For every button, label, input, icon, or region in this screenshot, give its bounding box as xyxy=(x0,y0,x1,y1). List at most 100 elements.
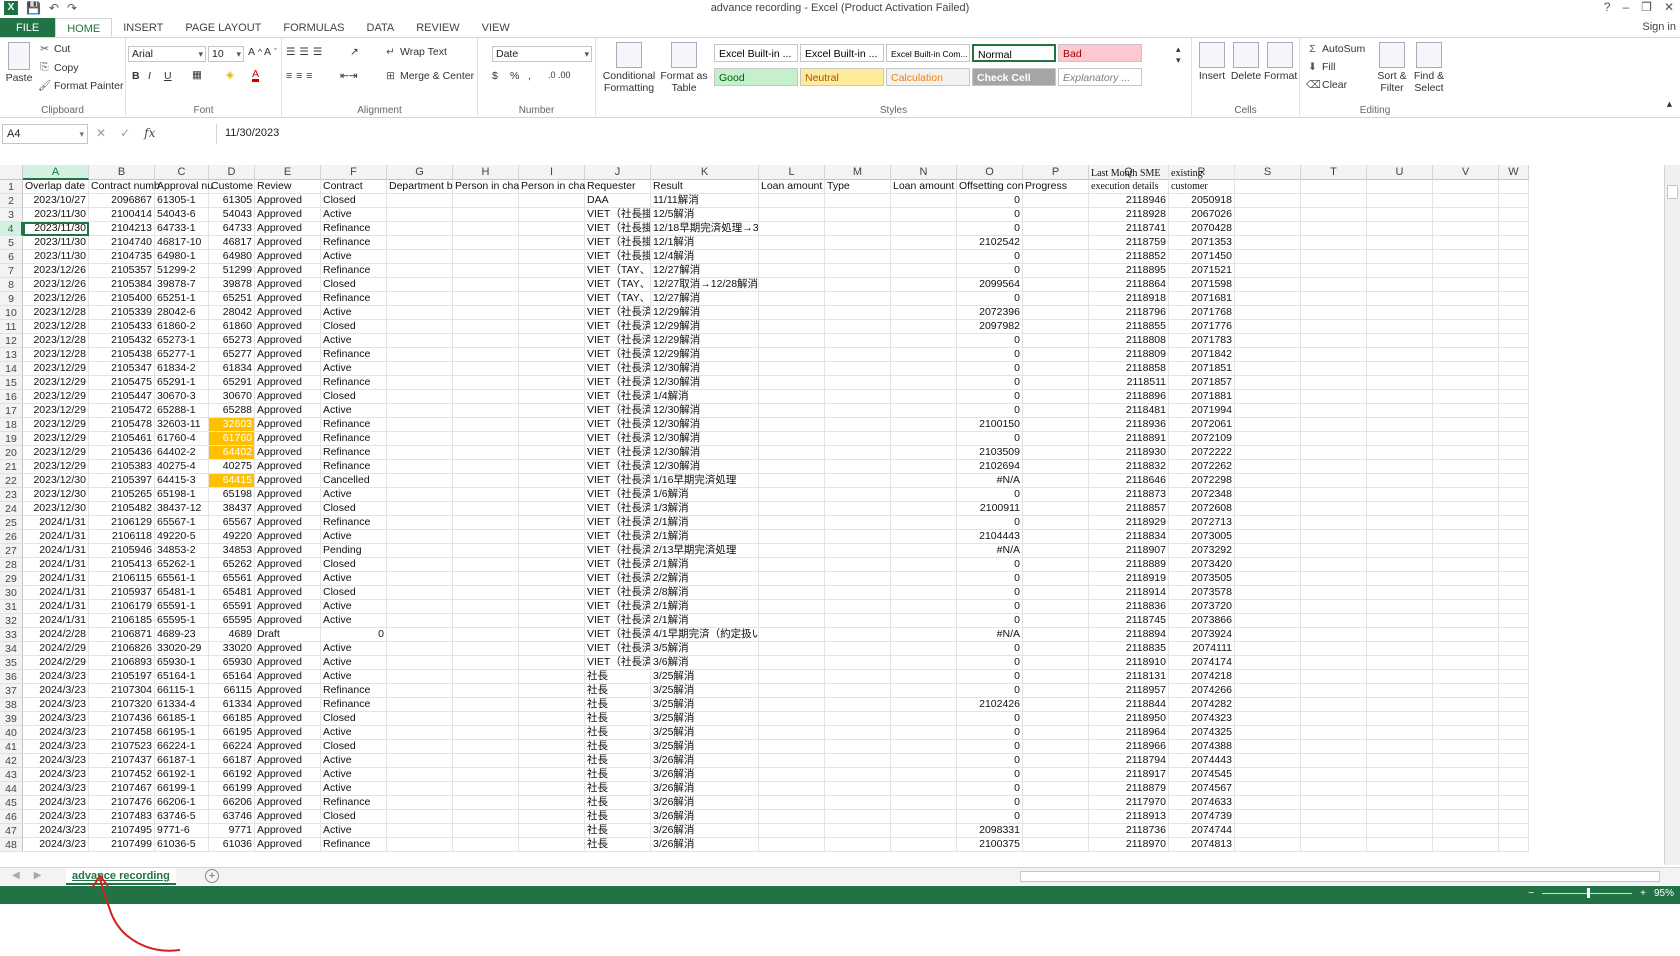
cell[interactable]: 65262-1 xyxy=(155,558,209,572)
cell[interactable] xyxy=(1301,698,1367,712)
cell[interactable] xyxy=(1235,698,1301,712)
collapse-ribbon-icon[interactable]: ▴ xyxy=(1667,98,1672,110)
number-format-select[interactable]: Date xyxy=(492,46,592,62)
cell[interactable]: 2099564 xyxy=(957,278,1023,292)
spreadsheet-grid[interactable]: ABCDEFGHIJKLMNOPQRSTUVW 1 Overlap date Con… xyxy=(0,165,1664,865)
row-header[interactable]: 3 xyxy=(0,208,23,222)
cell[interactable]: Approved xyxy=(255,292,321,306)
cell[interactable]: Refinance xyxy=(321,460,387,474)
cell[interactable]: Active xyxy=(321,642,387,656)
cell[interactable] xyxy=(1235,712,1301,726)
cell[interactable] xyxy=(1301,712,1367,726)
cell[interactable] xyxy=(453,292,519,306)
cell[interactable] xyxy=(1367,558,1433,572)
cell[interactable] xyxy=(519,222,585,236)
cell[interactable]: 2023/12/29 xyxy=(23,362,89,376)
vertical-scrollbar[interactable] xyxy=(1664,165,1680,865)
cell[interactable] xyxy=(759,446,825,460)
cell[interactable] xyxy=(387,698,453,712)
cell[interactable]: 2107467 xyxy=(89,782,155,796)
cell[interactable] xyxy=(825,614,891,628)
cell[interactable] xyxy=(1367,782,1433,796)
tab-file[interactable]: FILE xyxy=(0,18,56,37)
cell[interactable]: Closed xyxy=(321,320,387,334)
cell[interactable] xyxy=(825,838,891,852)
cell[interactable]: Approved xyxy=(255,530,321,544)
cell[interactable] xyxy=(891,838,957,852)
cell[interactable]: Approved xyxy=(255,474,321,488)
cell[interactable] xyxy=(891,656,957,670)
column-header-s[interactable]: S xyxy=(1235,165,1301,180)
cell[interactable] xyxy=(891,432,957,446)
cell[interactable]: 2106185 xyxy=(89,614,155,628)
row-header[interactable]: 2 xyxy=(0,194,23,208)
scroll-thumb[interactable] xyxy=(1667,185,1678,199)
cell[interactable]: 2073505 xyxy=(1169,572,1235,586)
cell[interactable] xyxy=(1023,502,1089,516)
cell[interactable]: 0 xyxy=(957,768,1023,782)
cell[interactable]: 64980 xyxy=(209,250,255,264)
cell[interactable] xyxy=(1499,446,1529,460)
cell[interactable]: 2024/3/23 xyxy=(23,684,89,698)
cell[interactable]: 2118873 xyxy=(1089,488,1169,502)
cell[interactable]: 2023/11/30 xyxy=(23,236,89,250)
cell[interactable] xyxy=(1235,600,1301,614)
cell[interactable]: 63746 xyxy=(209,810,255,824)
cell[interactable]: 0 xyxy=(957,684,1023,698)
cell[interactable]: 2024/3/23 xyxy=(23,726,89,740)
cell[interactable] xyxy=(1433,600,1499,614)
cell[interactable]: 64402 xyxy=(209,446,255,460)
cell[interactable] xyxy=(519,488,585,502)
cell[interactable] xyxy=(387,586,453,600)
cell[interactable] xyxy=(1367,236,1433,250)
cell[interactable]: 66192 xyxy=(209,768,255,782)
cell[interactable]: Active xyxy=(321,334,387,348)
cell[interactable] xyxy=(453,628,519,642)
cell[interactable]: Refinance xyxy=(321,516,387,530)
cell[interactable]: 2118957 xyxy=(1089,684,1169,698)
cell[interactable] xyxy=(1433,306,1499,320)
cell[interactable]: Approved xyxy=(255,796,321,810)
row-header[interactable]: 6 xyxy=(0,250,23,264)
cell[interactable]: 2023/12/26 xyxy=(23,264,89,278)
cell[interactable]: Approved xyxy=(255,754,321,768)
cell[interactable]: 2118910 xyxy=(1089,656,1169,670)
column-title-cell[interactable]: Requester xyxy=(585,180,651,194)
cell[interactable] xyxy=(759,558,825,572)
next-sheet-icon[interactable]: ▶ xyxy=(34,870,42,881)
cell[interactable] xyxy=(1499,824,1529,838)
cell[interactable]: VIET（社長掛 xyxy=(585,222,651,236)
cell[interactable] xyxy=(1023,306,1089,320)
cell[interactable] xyxy=(1023,642,1089,656)
cell[interactable] xyxy=(825,502,891,516)
cell[interactable]: 61760 xyxy=(209,432,255,446)
cell[interactable] xyxy=(1433,824,1499,838)
cell[interactable]: 社長 xyxy=(585,712,651,726)
cell[interactable]: 2074388 xyxy=(1169,740,1235,754)
cell[interactable]: 2118928 xyxy=(1089,208,1169,222)
row-header[interactable]: 10 xyxy=(0,306,23,320)
cell[interactable]: 2023/12/26 xyxy=(23,292,89,306)
cell[interactable] xyxy=(453,698,519,712)
cell[interactable] xyxy=(387,558,453,572)
cell[interactable]: 2107304 xyxy=(89,684,155,698)
cell[interactable]: 2106871 xyxy=(89,628,155,642)
comma-button[interactable]: , xyxy=(528,70,531,82)
cell[interactable]: 2/8解消 xyxy=(651,586,759,600)
cell[interactable] xyxy=(1499,740,1529,754)
cell[interactable] xyxy=(1433,264,1499,278)
cell[interactable] xyxy=(891,292,957,306)
cell[interactable] xyxy=(1499,320,1529,334)
cell[interactable] xyxy=(759,390,825,404)
cell[interactable] xyxy=(1367,446,1433,460)
cell[interactable] xyxy=(1235,768,1301,782)
cell[interactable] xyxy=(891,264,957,278)
cell[interactable]: 2107476 xyxy=(89,796,155,810)
cell[interactable]: Approved xyxy=(255,572,321,586)
cell[interactable] xyxy=(519,502,585,516)
cell[interactable]: 3/26解消 xyxy=(651,782,759,796)
cell[interactable] xyxy=(1235,614,1301,628)
cell[interactable] xyxy=(1235,642,1301,656)
cell[interactable]: 2/1解消 xyxy=(651,600,759,614)
row-header[interactable]: 25 xyxy=(0,516,23,530)
